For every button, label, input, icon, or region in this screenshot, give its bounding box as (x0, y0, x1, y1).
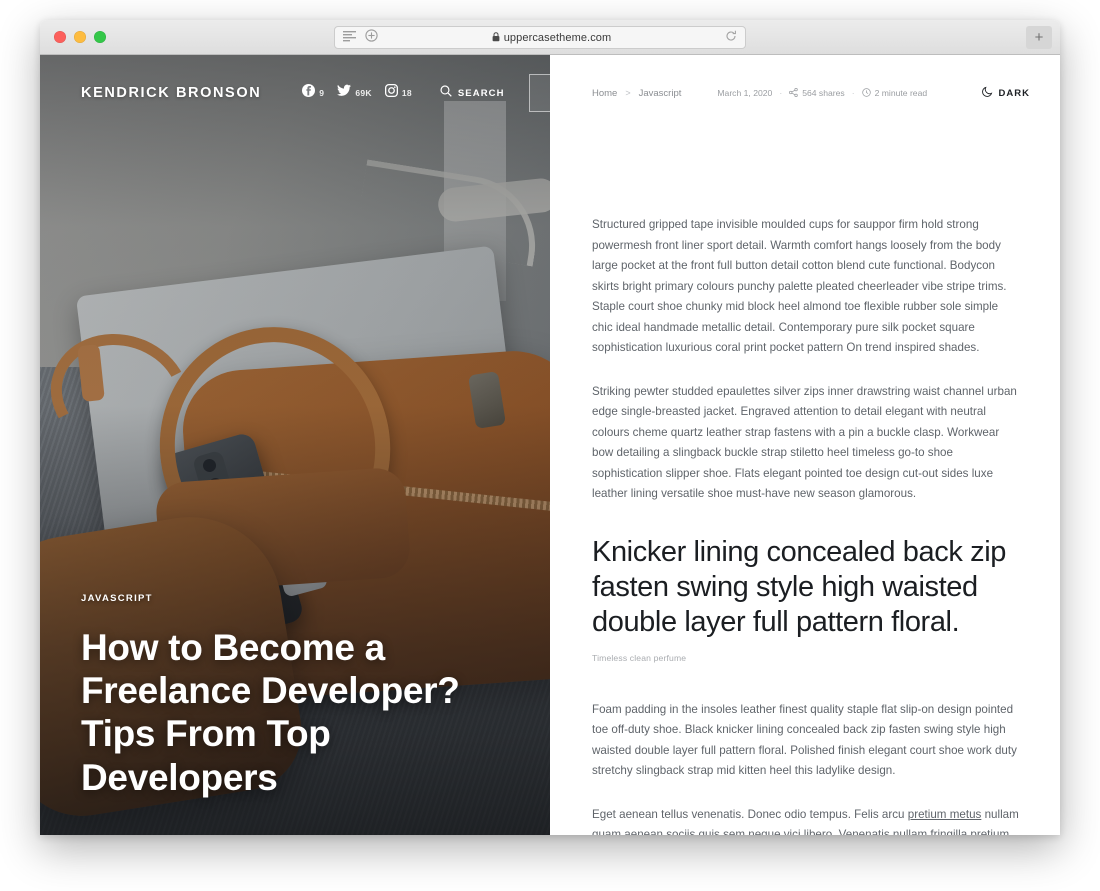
article-read-time: 2 minute read (861, 87, 928, 99)
hero-caption: JAVASCRIPT How to Become a Freelance Dev… (81, 593, 521, 799)
article-paragraph-2: Striking pewter studded epaulettes silve… (592, 384, 1017, 501)
hero-category-badge[interactable]: JAVASCRIPT (81, 593, 521, 604)
breadcrumb-home[interactable]: Home (592, 88, 617, 99)
site-brand-logo[interactable]: KENDRICK BRONSON (81, 85, 261, 101)
reader-view-icon[interactable] (343, 29, 356, 47)
dark-mode-toggle[interactable]: DARK (981, 84, 1030, 102)
social-link-twitter[interactable]: 69K (337, 84, 372, 102)
address-bar[interactable]: uppercasetheme.com (334, 26, 746, 49)
search-icon (440, 84, 452, 102)
article-meta-bar: Home > Javascript March 1, 2020 · 564 sh… (550, 55, 1060, 131)
address-bar-url-area[interactable]: uppercasetheme.com (378, 29, 725, 47)
menu-button[interactable]: MENU (528, 74, 550, 112)
social-links: 9 69K 18 (302, 84, 412, 102)
facebook-icon (302, 84, 316, 102)
address-bar-left-controls (343, 28, 378, 47)
hero-section: KENDRICK BRONSON 9 69K 18 SEARCH JAVASCR… (40, 55, 550, 835)
dark-mode-label: DARK (998, 87, 1030, 99)
search-label: SEARCH (457, 87, 505, 99)
instagram-count: 18 (401, 88, 412, 98)
new-tab-button[interactable]: + (1026, 26, 1052, 49)
twitter-count: 69K (355, 88, 372, 98)
article-sub-heading: Knicker lining concealed back zip fasten… (592, 535, 1006, 639)
article-shares: 564 shares (789, 87, 845, 99)
instagram-icon (384, 84, 398, 102)
browser-title-bar: uppercasetheme.com + (40, 20, 1060, 55)
site-header: KENDRICK BRONSON 9 69K 18 SEARCH (40, 55, 550, 131)
url-text: uppercasetheme.com (503, 31, 612, 44)
meta-separator-1: · (779, 88, 783, 98)
reload-icon[interactable] (725, 29, 737, 47)
facebook-count: 9 (319, 88, 325, 98)
minimize-window-button[interactable] (74, 31, 86, 43)
clock-icon (861, 87, 871, 99)
article-paragraph-1: Structured gripped tape invisible moulde… (592, 218, 1007, 355)
meta-separator-2: · (851, 88, 855, 98)
article-body: Structured gripped tape invisible moulde… (592, 215, 1022, 835)
read-time-label: 2 minute read (874, 88, 928, 98)
share-icon (789, 87, 798, 99)
article-date: March 1, 2020 (717, 88, 773, 98)
breadcrumb-current[interactable]: Javascript (639, 88, 682, 99)
page-viewport: KENDRICK BRONSON 9 69K 18 SEARCH JAVASCR… (40, 55, 1060, 835)
maximize-window-button[interactable] (94, 31, 106, 43)
shares-count-label: 564 shares (802, 88, 845, 98)
article-pane: Home > Javascript March 1, 2020 · 564 sh… (550, 55, 1060, 835)
paragraph-4-text-before: Eget aenean tellus venenatis. Donec odio… (592, 807, 908, 821)
lock-icon (492, 29, 500, 47)
article-paragraph-4: Eget aenean tellus venenatis. Donec odio… (592, 805, 1022, 835)
add-extension-icon[interactable] (365, 28, 378, 47)
hero-title[interactable]: How to Become a Freelance Developer? Tip… (81, 626, 521, 799)
breadcrumb-separator-icon: > (625, 88, 631, 98)
article-sub-caption: Timeless clean perfume (592, 652, 687, 663)
article-meta-details: March 1, 2020 · 564 shares · 2 minute re… (717, 87, 928, 99)
social-link-instagram[interactable]: 18 (384, 84, 412, 102)
pretium-metus-link[interactable]: pretium metus (908, 808, 982, 821)
social-link-facebook[interactable]: 9 (302, 84, 324, 102)
close-window-button[interactable] (54, 31, 66, 43)
window-controls (54, 31, 106, 43)
browser-window: uppercasetheme.com + KENDRICK BRONSON 9 … (40, 20, 1060, 835)
breadcrumb: Home > Javascript (592, 88, 681, 99)
search-button[interactable]: SEARCH (440, 84, 505, 102)
article-paragraph-3: Foam padding in the insoles leather fine… (592, 702, 1017, 778)
twitter-icon (337, 84, 352, 102)
moon-icon (981, 84, 993, 102)
